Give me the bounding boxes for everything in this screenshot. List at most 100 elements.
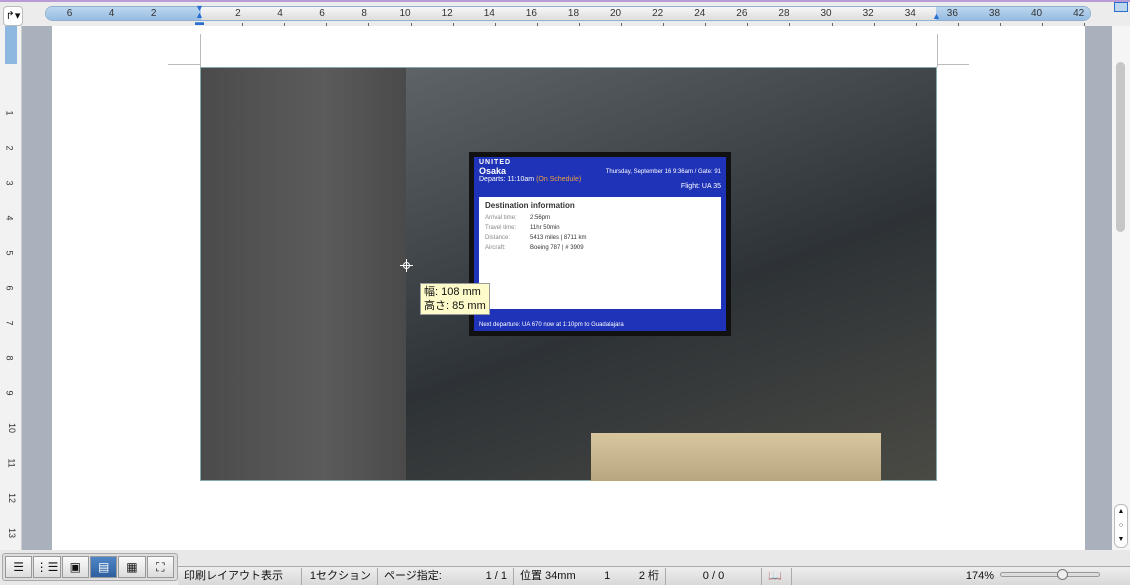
ruler-number: 28 — [778, 8, 790, 19]
margin-guide — [937, 34, 938, 67]
ruler-number: 40 — [1031, 8, 1043, 19]
sign-row: Distance: 5413 miles | 8711 km — [485, 235, 715, 241]
crop-handle-crosshair-icon[interactable] — [400, 259, 413, 272]
indent-marker[interactable]: ▼ ▲ ▬ — [195, 4, 204, 27]
previous-page-icon[interactable]: ▲ — [1115, 505, 1127, 519]
ruler-number: 38 — [988, 8, 1001, 19]
sign-logo: UNITED — [479, 159, 512, 166]
row-label: Travel time: — [485, 225, 517, 231]
sign-schedule: (On Schedule) — [536, 176, 582, 183]
sign-flight: Flight: UA 35 — [680, 183, 721, 190]
ruler-number: 26 — [736, 8, 748, 19]
ruler-number: 2 — [150, 8, 157, 19]
ruler-number: 4 — [4, 215, 15, 221]
ruler-number: 2 — [4, 145, 15, 151]
print-layout-view-button[interactable]: ▤ — [89, 556, 118, 578]
status-section: 1セクション — [302, 567, 378, 585]
ruler-toggle-button[interactable] — [1114, 2, 1128, 12]
sign-heading: Destination information — [485, 201, 575, 210]
ruler-number: 4 — [277, 8, 283, 19]
top-margin-area — [5, 26, 17, 64]
ruler-number: 30 — [820, 8, 832, 19]
tooltip-width: 幅: 108 mm — [424, 286, 481, 298]
page-value: 1 / 1 — [485, 569, 507, 582]
ruler-number: 6 — [4, 285, 15, 291]
line-value: 1 — [604, 569, 611, 582]
spellcheck-book-icon[interactable]: 📖 — [762, 567, 792, 585]
sign-row: Travel time: 11hr 50min — [485, 225, 715, 231]
ruler-number: 6 — [66, 8, 73, 19]
row-label: Distance: — [485, 235, 511, 241]
sign-next-departure: Next departure: UA 670 now at 1:10pm to … — [479, 322, 624, 328]
status-word-count[interactable]: 0 / 0 — [666, 567, 762, 585]
zoom-slider-knob[interactable] — [1057, 569, 1068, 580]
ruler-number: 32 — [862, 8, 874, 19]
flight-display-screen: UNITED Osaka Departs: 11:10am (On Schedu… — [469, 152, 731, 336]
sign-gate: Thursday, September 16 9:36am / Gate: 91 — [605, 169, 721, 175]
row-label: Aircraft: — [485, 245, 506, 251]
status-position: 位置 34mm 1 2 桁 — [514, 567, 666, 585]
photo-light-fixture — [591, 433, 881, 481]
outline-view-button[interactable]: ☰ — [5, 556, 33, 578]
scrollbar-thumb[interactable] — [1116, 62, 1125, 232]
ruler-number: 5 — [4, 250, 15, 256]
ruler-number: 42 — [1073, 8, 1085, 19]
status-view-mode: 印刷レイアウト表示 — [178, 567, 302, 585]
crop-shaded-area — [201, 68, 406, 480]
ruler-number: 12 — [7, 492, 18, 504]
ruler-number: 1 — [4, 110, 15, 116]
position-value: 位置 34mm — [520, 569, 576, 582]
vertical-ruler[interactable]: 1 2 3 4 5 6 7 8 9 10 11 12 13 — [0, 26, 22, 550]
ruler-number: 10 — [399, 8, 411, 19]
ruler-number: 9 — [4, 390, 15, 396]
ruler-number: 8 — [4, 355, 15, 361]
size-tooltip: 幅: 108 mm 高さ: 85 mm — [420, 283, 490, 315]
flight-sign: UNITED Osaka Departs: 11:10am (On Schedu… — [474, 157, 726, 331]
ruler-number: 36 — [946, 8, 958, 19]
row-value: 5413 miles | 8711 km — [530, 235, 587, 241]
vertical-scrollbar[interactable]: ▲ ○ ▼ — [1112, 26, 1130, 550]
ruler-number: 20 — [610, 8, 622, 19]
ruler-number: 18 — [567, 8, 580, 19]
zoom-slider[interactable] — [1000, 569, 1100, 580]
status-bar: 印刷レイアウト表示 1セクション ページ指定: 1 / 1 位置 34mm 1 2 桁… — [178, 566, 1130, 585]
tooltip-height: 高さ: 85 mm — [424, 300, 486, 312]
fullscreen-view-button[interactable]: ⛶ — [146, 556, 174, 578]
ruler-number: 10 — [7, 422, 18, 434]
ruler-number: 22 — [652, 8, 664, 19]
ruler-number: 34 — [904, 8, 916, 19]
inserted-photo[interactable]: UNITED Osaka Departs: 11:10am (On Schedu… — [200, 67, 937, 481]
ruler-bar: ↱▾ 6 4 2 2 4 6 8 10 12 14 16 18 20 22 24 26 28 30 32 34 36 38… — [0, 0, 1130, 27]
status-page[interactable]: ページ指定: 1 / 1 — [378, 567, 514, 585]
margin-guide — [168, 64, 200, 65]
sign-row: Arrival time: 2:56pm — [485, 215, 715, 221]
notebook-view-button[interactable]: ▦ — [118, 556, 146, 578]
row-value: 11hr 50min — [530, 225, 560, 231]
page-label: ページ指定: — [384, 569, 442, 582]
ruler-number: 6 — [319, 8, 325, 19]
right-margin-area — [936, 7, 1090, 20]
ruler-number: 12 — [441, 8, 453, 19]
tab-stop-selector[interactable]: ↱▾ — [3, 6, 23, 26]
list-view-button[interactable]: ⋮☰ — [33, 556, 61, 578]
ruler-number: 2 — [235, 8, 241, 19]
column-value: 2 桁 — [638, 569, 659, 582]
ruler-number: 16 — [525, 8, 537, 19]
margin-guide — [200, 34, 201, 67]
margin-guide — [937, 64, 969, 65]
ruler-number: 7 — [4, 320, 15, 326]
ruler-number: 8 — [361, 8, 367, 19]
next-page-icon[interactable]: ▼ — [1115, 533, 1127, 547]
ruler-number: 24 — [694, 8, 706, 19]
draft-view-button[interactable]: ▣ — [61, 556, 89, 578]
row-value: 2:56pm — [530, 215, 551, 221]
browse-object-icon[interactable]: ○ — [1115, 519, 1127, 533]
sign-info-panel: Destination information Arrival time: 2:5… — [479, 197, 721, 309]
ruler-number: 3 — [4, 180, 15, 186]
view-mode-switcher: ☰ ⋮☰ ▣ ▤ ▦ ⛶ — [2, 553, 178, 581]
ruler-number: 13 — [7, 527, 18, 539]
ruler-number: 4 — [108, 8, 115, 19]
right-indent-marker[interactable]: ▲ — [932, 11, 941, 21]
page-navigator[interactable]: ▲ ○ ▼ — [1114, 504, 1128, 548]
ruler-number: 11 — [6, 458, 17, 468]
